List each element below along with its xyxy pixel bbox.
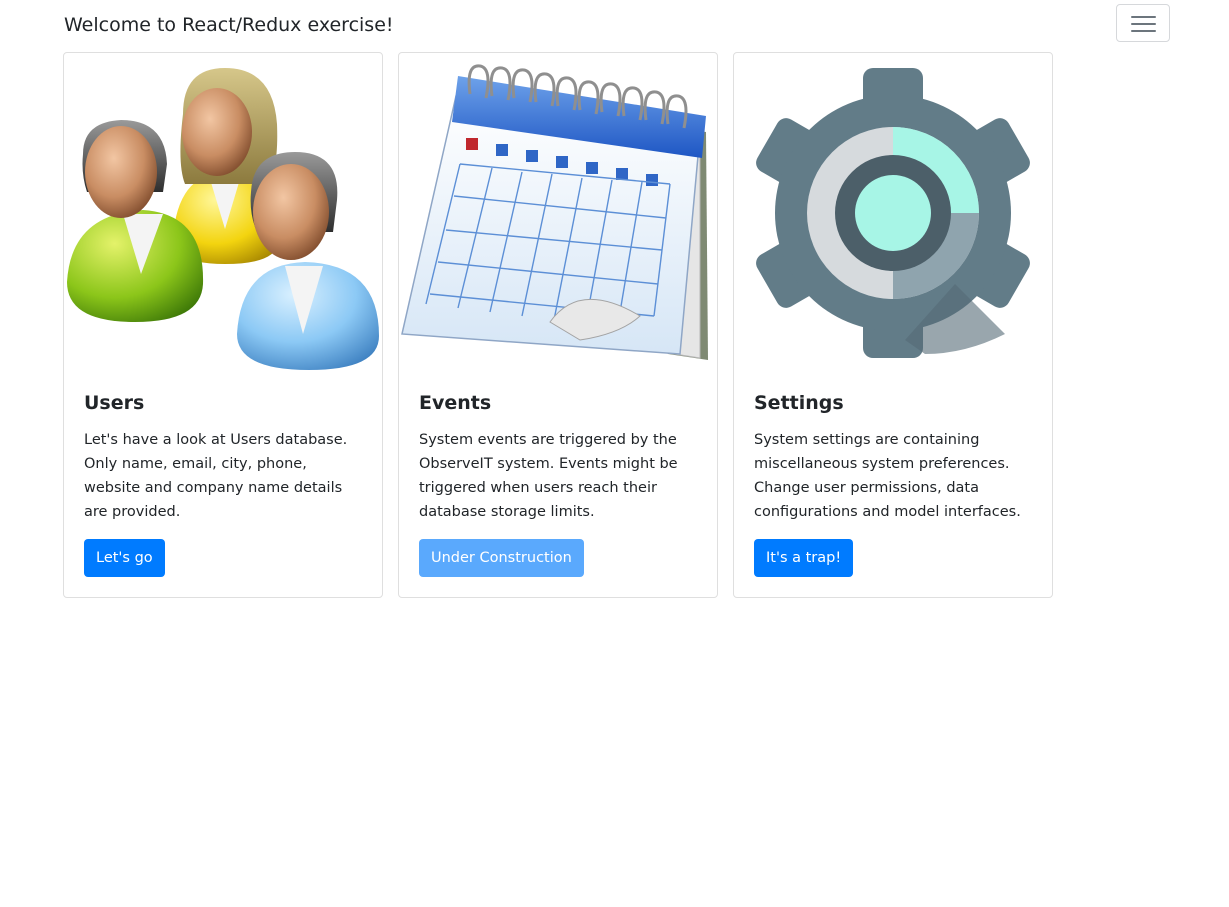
calendar-icon	[401, 64, 708, 360]
card-text: System events are triggered by the Obser…	[419, 432, 678, 520]
settings-gear-icon	[756, 68, 1030, 358]
hamburger-bar	[1131, 30, 1156, 32]
hamburger-menu-icon	[1131, 16, 1156, 18]
lets-go-button[interactable]: Let's go	[84, 539, 165, 577]
its-a-trap-button[interactable]: It's a trap!	[754, 539, 854, 577]
card-text: Let's have a look at Users database. Onl…	[84, 432, 348, 520]
card-title: Settings	[754, 392, 844, 414]
card-events: Events System events are triggered by th…	[398, 52, 718, 598]
card-title: Users	[84, 392, 145, 414]
navbar-brand[interactable]: Welcome to React/Redux exercise!	[64, 12, 394, 38]
navbar-toggler-button[interactable]	[1116, 4, 1170, 42]
card-title: Events	[419, 392, 492, 414]
navbar: Welcome to React/Redux exercise!	[0, 0, 1229, 52]
under-construction-button[interactable]: Under Construction	[419, 539, 584, 577]
users-group-icon	[67, 68, 379, 370]
card-text: System settings are containing miscellan…	[754, 432, 1021, 520]
hamburger-bar	[1131, 23, 1156, 25]
card-settings: Settings System settings are containing …	[733, 52, 1053, 598]
card-users: Users Let's have a look at Users databas…	[63, 52, 383, 598]
